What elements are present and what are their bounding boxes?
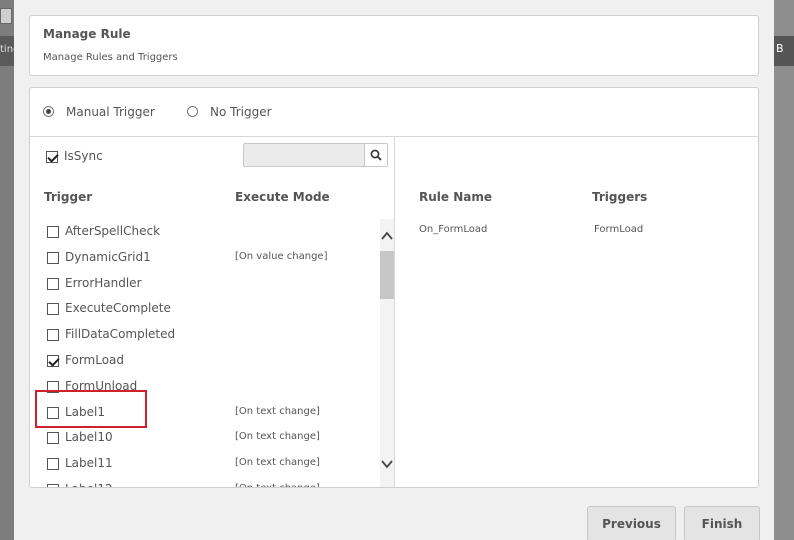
trigger-list-panel: IsSync Trigger Execute Mode AfterSpellCh… bbox=[30, 137, 395, 487]
finish-button[interactable]: Finish bbox=[684, 506, 760, 540]
trigger-row[interactable]: DynamicGrid1 [On value change] bbox=[30, 245, 380, 271]
trigger-name: AfterSpellCheck bbox=[65, 224, 161, 238]
search-input[interactable] bbox=[244, 144, 364, 166]
trigger-name: ExecuteComplete bbox=[65, 301, 171, 316]
trigger-checkbox[interactable] bbox=[47, 251, 59, 264]
trigger-name: Label12 bbox=[65, 482, 113, 487]
trigger-name: FormLoad bbox=[65, 353, 125, 367]
dialog-header: Manage Rule Manage Rules and Triggers bbox=[29, 15, 759, 76]
rule-triggers-cell[interactable]: FormLoad bbox=[594, 224, 643, 235]
trigger-row[interactable]: FormLoad bbox=[30, 348, 380, 374]
issync-label[interactable]: IsSync bbox=[64, 149, 103, 163]
dialog-subtitle: Manage Rules and Triggers bbox=[43, 52, 178, 63]
manual-trigger-label[interactable]: Manual Trigger bbox=[66, 105, 155, 119]
background-app-left: ting bbox=[0, 0, 19, 540]
rule-panel: Manual Trigger No Trigger IsSync Trigger… bbox=[29, 87, 759, 488]
trigger-list-scrollbar[interactable] bbox=[380, 219, 394, 487]
trigger-row[interactable]: ExecuteComplete bbox=[30, 296, 380, 322]
trigger-execute-mode: [On text change] bbox=[235, 405, 320, 417]
scroll-thumb[interactable] bbox=[380, 251, 394, 299]
trigger-search bbox=[243, 143, 388, 167]
no-trigger-label[interactable]: No Trigger bbox=[210, 105, 272, 119]
trigger-list: AfterSpellCheck DynamicGrid1 [On value cha… bbox=[30, 219, 380, 487]
previous-button[interactable]: Previous bbox=[587, 506, 676, 540]
trigger-row[interactable]: Label10 [On text change] bbox=[30, 425, 380, 451]
execute-mode-column-header: Execute Mode bbox=[235, 190, 330, 204]
rule-name-cell[interactable]: On_FormLoad bbox=[419, 224, 487, 235]
issync-checkbox[interactable] bbox=[46, 151, 58, 163]
rules-panel: Rule Name Triggers On_FormLoad FormLoad bbox=[396, 137, 758, 487]
trigger-checkbox[interactable] bbox=[47, 484, 59, 487]
trigger-checkbox[interactable] bbox=[47, 277, 59, 290]
manage-rule-dialog: Manage Rule Manage Rules and Triggers Ma… bbox=[14, 0, 774, 540]
trigger-execute-mode: [On text change] bbox=[235, 457, 320, 469]
search-icon bbox=[370, 149, 382, 161]
trigger-row[interactable]: AfterSpellCheck bbox=[30, 219, 380, 245]
no-trigger-radio[interactable] bbox=[187, 106, 198, 117]
trigger-checkbox[interactable] bbox=[47, 329, 59, 342]
manual-trigger-radio[interactable] bbox=[43, 106, 54, 117]
search-button[interactable] bbox=[364, 144, 387, 166]
background-right-text: B bbox=[776, 42, 784, 55]
trigger-column-header: Trigger bbox=[44, 190, 93, 204]
background-tab-icon bbox=[0, 8, 12, 24]
formload-highlight-box bbox=[35, 390, 147, 428]
trigger-type-group: Manual Trigger No Trigger bbox=[30, 88, 758, 137]
trigger-name: DynamicGrid1 bbox=[65, 249, 151, 264]
trigger-checkbox[interactable] bbox=[47, 432, 59, 445]
trigger-name: FillDataCompleted bbox=[65, 327, 176, 342]
trigger-row[interactable]: Label11 [On text change] bbox=[30, 451, 380, 477]
trigger-name: Label11 bbox=[65, 456, 113, 471]
trigger-row[interactable]: Label12 [On text change] bbox=[30, 477, 380, 487]
trigger-row[interactable]: ErrorHandler bbox=[30, 271, 380, 297]
trigger-checkbox[interactable] bbox=[47, 226, 59, 238]
trigger-execute-mode: [On text change] bbox=[235, 431, 320, 443]
background-toolbar-right: B bbox=[774, 36, 794, 66]
trigger-row[interactable]: FillDataCompleted bbox=[30, 322, 380, 348]
scroll-up-arrow-icon[interactable] bbox=[380, 229, 394, 243]
trigger-name: ErrorHandler bbox=[65, 275, 142, 290]
trigger-execute-mode: [On text change] bbox=[235, 483, 320, 487]
background-toolbar-left: ting bbox=[0, 36, 19, 66]
dialog-title: Manage Rule bbox=[43, 27, 131, 41]
trigger-checkbox[interactable] bbox=[47, 458, 59, 471]
trigger-checkbox[interactable] bbox=[47, 303, 59, 316]
trigger-name: Label10 bbox=[65, 430, 113, 445]
rule-name-column-header: Rule Name bbox=[419, 190, 492, 204]
triggers-column-header: Triggers bbox=[592, 190, 648, 204]
background-app-right: B bbox=[774, 0, 794, 540]
trigger-checkbox[interactable] bbox=[47, 355, 59, 367]
trigger-execute-mode: [On value change] bbox=[235, 250, 328, 262]
scroll-down-arrow-icon[interactable] bbox=[380, 457, 394, 471]
